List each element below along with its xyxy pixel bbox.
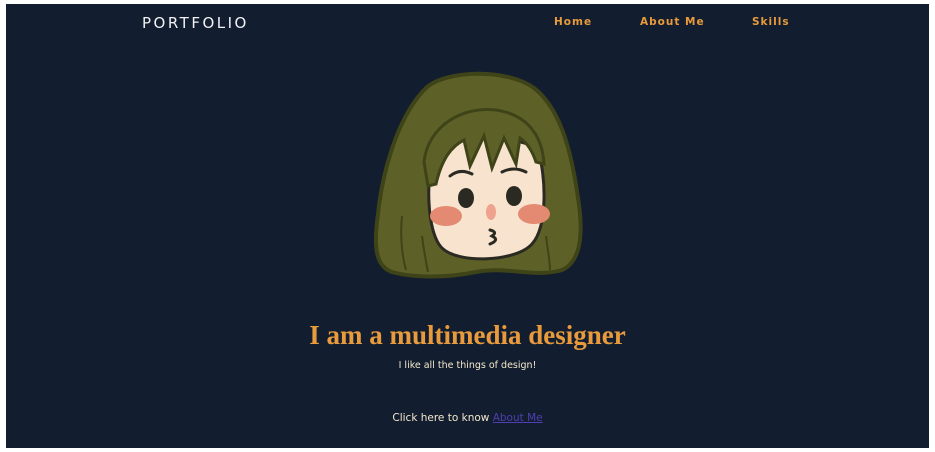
nose [486,204,496,220]
nav-about-link[interactable]: About Me [640,16,705,28]
nav-skills-link[interactable]: Skills [752,16,790,28]
cta-prefix: Click here to know [392,411,493,424]
nav-home-link[interactable]: Home [554,16,592,28]
left-cheek [430,206,462,226]
right-eye [506,186,522,206]
main-nav: Home About Me Skills [6,16,929,32]
page-frame: PORTFOLIO Home About Me Skills I am a mu… [6,4,929,448]
about-me-link[interactable]: About Me [493,412,543,424]
hero-subtitle: I like all the things of design! [398,359,537,371]
hero-headline: I am a multimedia designer [309,320,626,351]
left-eye [458,188,474,208]
right-cheek [518,204,550,224]
cta-line: Click here to know About Me [6,412,929,424]
avatar-illustration [373,71,583,279]
